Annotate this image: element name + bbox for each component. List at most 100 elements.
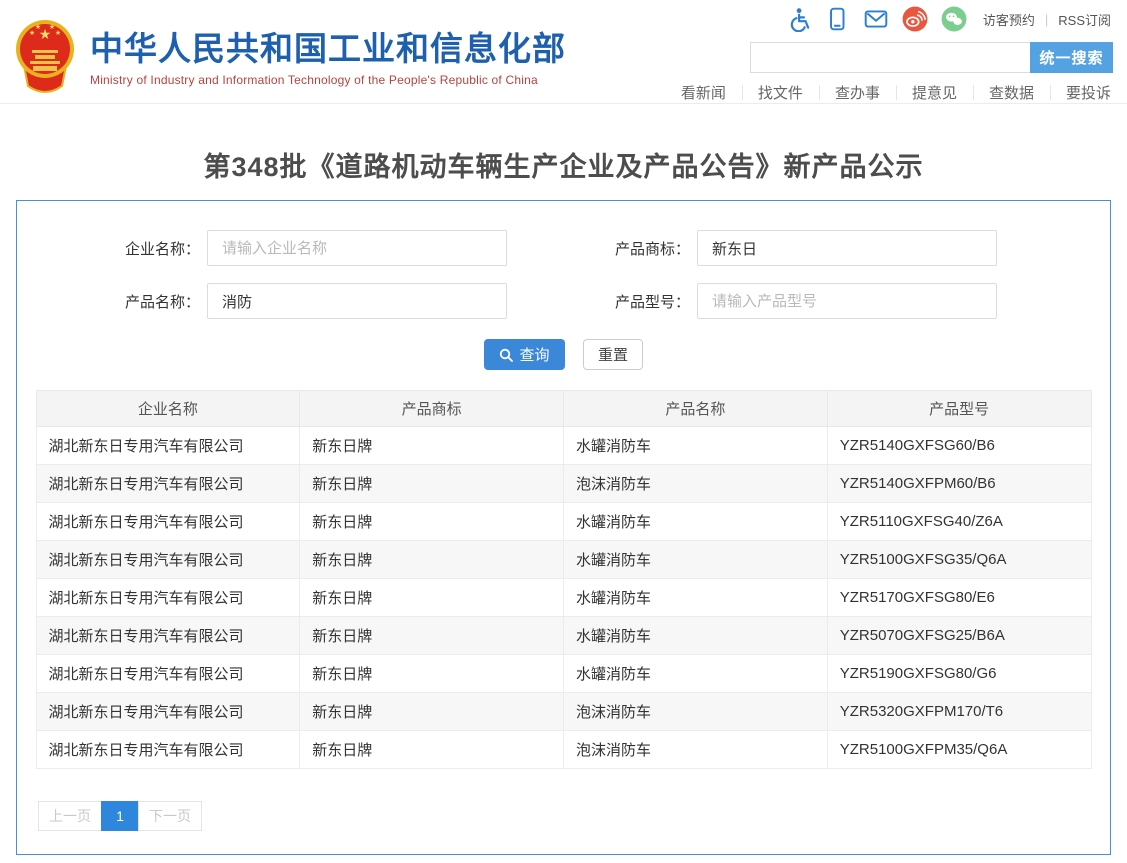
cell-model: YZR5100GXFSG35/Q6A [827,541,1091,579]
cell-brand: 新东日牌 [300,503,564,541]
cell-model: YZR5320GXFPM170/T6 [827,693,1091,731]
cell-enterprise: 湖北新东日专用汽车有限公司 [36,465,300,503]
nav-item-documents[interactable]: 找文件 [742,82,819,103]
cell-brand: 新东日牌 [300,541,564,579]
table-row: 湖北新东日专用汽车有限公司 新东日牌 水罐消防车 YZR5100GXFSG35/… [36,541,1091,579]
col-header-product-model: 产品型号 [827,391,1091,427]
col-header-product-brand: 产品商标 [300,391,564,427]
weibo-icon[interactable] [902,6,928,32]
cell-product: 泡沫消防车 [564,465,828,503]
cell-product: 水罐消防车 [564,503,828,541]
form-row-1: 企业名称： 产品商标： [17,230,1110,266]
utility-separator: | [1045,12,1048,27]
table-row: 湖北新东日专用汽车有限公司 新东日牌 泡沫消防车 YZR5320GXFPM170… [36,693,1091,731]
nav-item-complaints[interactable]: 要投诉 [1050,82,1119,103]
product-brand-input[interactable] [697,230,997,266]
cell-model: YZR5170GXFSG80/E6 [827,579,1091,617]
cell-product: 水罐消防车 [564,617,828,655]
cell-product: 水罐消防车 [564,655,828,693]
product-name-label: 产品名称： [47,291,207,312]
table-row: 湖北新东日专用汽车有限公司 新东日牌 水罐消防车 YZR5170GXFSG80/… [36,579,1091,617]
current-page-button[interactable]: 1 [101,801,139,831]
cell-product: 泡沫消防车 [564,693,828,731]
cell-model: YZR5140GXFSG60/B6 [827,427,1091,465]
mail-icon[interactable] [863,6,889,32]
rss-subscribe-link[interactable]: RSS订阅 [1058,10,1111,29]
reset-button[interactable]: 重置 [583,339,643,370]
query-form: 企业名称： 产品商标： 产品名称： 产品型号： [17,201,1110,370]
utility-bar: 访客预约 | RSS订阅 [772,5,1111,33]
table-header-row: 企业名称 产品商标 产品名称 产品型号 [36,391,1091,427]
cell-model: YZR5140GXFPM60/B6 [827,465,1091,503]
utility-links: 访客预约 | RSS订阅 [983,10,1111,29]
cell-brand: 新东日牌 [300,579,564,617]
cell-product: 泡沫消防车 [564,731,828,769]
table-row: 湖北新东日专用汽车有限公司 新东日牌 水罐消防车 YZR5110GXFSG40/… [36,503,1091,541]
cell-enterprise: 湖北新东日专用汽车有限公司 [36,541,300,579]
page-title: 第348批《道路机动车辆生产企业及产品公告》新产品公示 [0,145,1127,184]
accessibility-icon[interactable] [785,6,811,32]
query-button-label: 查询 [519,344,549,365]
cell-model: YZR5100GXFPM35/Q6A [827,731,1091,769]
enterprise-name-label: 企业名称： [47,238,207,259]
cell-enterprise: 湖北新东日专用汽车有限公司 [36,617,300,655]
query-button[interactable]: 查询 [484,339,565,370]
unified-search-input[interactable] [750,42,1030,73]
cell-enterprise: 湖北新东日专用汽车有限公司 [36,579,300,617]
site-header: ★ ★ ★ ★ ★ 中华人民共和国工业和信息化部 Ministry of Ind… [0,0,1127,104]
cell-product: 水罐消防车 [564,579,828,617]
nav-item-news[interactable]: 看新闻 [665,82,742,103]
cell-brand: 新东日牌 [300,693,564,731]
cell-product: 水罐消防车 [564,427,828,465]
product-model-field-group: 产品型号： [537,283,997,319]
visitor-appointment-link[interactable]: 访客预约 [983,10,1035,29]
nav-item-services[interactable]: 查办事 [819,82,896,103]
cell-enterprise: 湖北新东日专用汽车有限公司 [36,693,300,731]
cell-enterprise: 湖北新东日专用汽车有限公司 [36,731,300,769]
site-subtitle: Ministry of Industry and Information Tec… [90,73,566,87]
cell-model: YZR5070GXFSG25/B6A [827,617,1091,655]
cell-brand: 新东日牌 [300,427,564,465]
product-name-input[interactable] [207,283,507,319]
site-title-block: 中华人民共和国工业和信息化部 Ministry of Industry and … [90,31,566,87]
col-header-enterprise-name: 企业名称 [36,391,300,427]
table-row: 湖北新东日专用汽车有限公司 新东日牌 泡沫消防车 YZR5140GXFPM60/… [36,465,1091,503]
mobile-icon[interactable] [824,6,850,32]
form-buttons: 查询 重置 [17,339,1110,370]
nav-item-data[interactable]: 查数据 [973,82,1050,103]
cell-brand: 新东日牌 [300,731,564,769]
enterprise-name-input[interactable] [207,230,507,266]
prev-page-button[interactable]: 上一页 [38,801,102,831]
product-brand-field-group: 产品商标： [537,230,997,266]
site-title[interactable]: 中华人民共和国工业和信息化部 [90,31,566,67]
cell-brand: 新东日牌 [300,465,564,503]
unified-search-bar: 统一搜索 [750,42,1113,73]
national-emblem-icon[interactable]: ★ ★ ★ ★ ★ [14,16,76,98]
content-panel: 企业名称： 产品商标： 产品名称： 产品型号： [16,200,1111,855]
cell-model: YZR5190GXFSG80/G6 [827,655,1091,693]
cell-enterprise: 湖北新东日专用汽车有限公司 [36,655,300,693]
next-page-button[interactable]: 下一页 [138,801,202,831]
product-name-field-group: 产品名称： [47,283,507,319]
product-model-label: 产品型号： [537,291,697,312]
product-brand-label: 产品商标： [537,238,697,259]
nav-item-feedback[interactable]: 提意见 [896,82,973,103]
unified-search-button[interactable]: 统一搜索 [1030,42,1113,73]
cell-model: YZR5110GXFSG40/Z6A [827,503,1091,541]
table-row: 湖北新东日专用汽车有限公司 新东日牌 泡沫消防车 YZR5100GXFPM35/… [36,731,1091,769]
svg-text:★: ★ [35,23,41,31]
product-model-input[interactable] [697,283,997,319]
header-nav: 看新闻 找文件 查办事 提意见 查数据 要投诉 [665,81,1119,103]
enterprise-name-field-group: 企业名称： [47,230,507,266]
table-row: 湖北新东日专用汽车有限公司 新东日牌 水罐消防车 YZR5070GXFSG25/… [36,617,1091,655]
col-header-product-name: 产品名称 [564,391,828,427]
cell-product: 水罐消防车 [564,541,828,579]
cell-enterprise: 湖北新东日专用汽车有限公司 [36,427,300,465]
table-row: 湖北新东日专用汽车有限公司 新东日牌 水罐消防车 YZR5140GXFSG60/… [36,427,1091,465]
cell-brand: 新东日牌 [300,617,564,655]
results-table-wrap: 企业名称 产品商标 产品名称 产品型号 湖北新东日专用汽车有限公司 新东日牌 水… [36,390,1092,769]
table-row: 湖北新东日专用汽车有限公司 新东日牌 水罐消防车 YZR5190GXFSG80/… [36,655,1091,693]
wechat-icon[interactable] [941,6,967,32]
svg-text:★: ★ [55,29,61,37]
cell-brand: 新东日牌 [300,655,564,693]
